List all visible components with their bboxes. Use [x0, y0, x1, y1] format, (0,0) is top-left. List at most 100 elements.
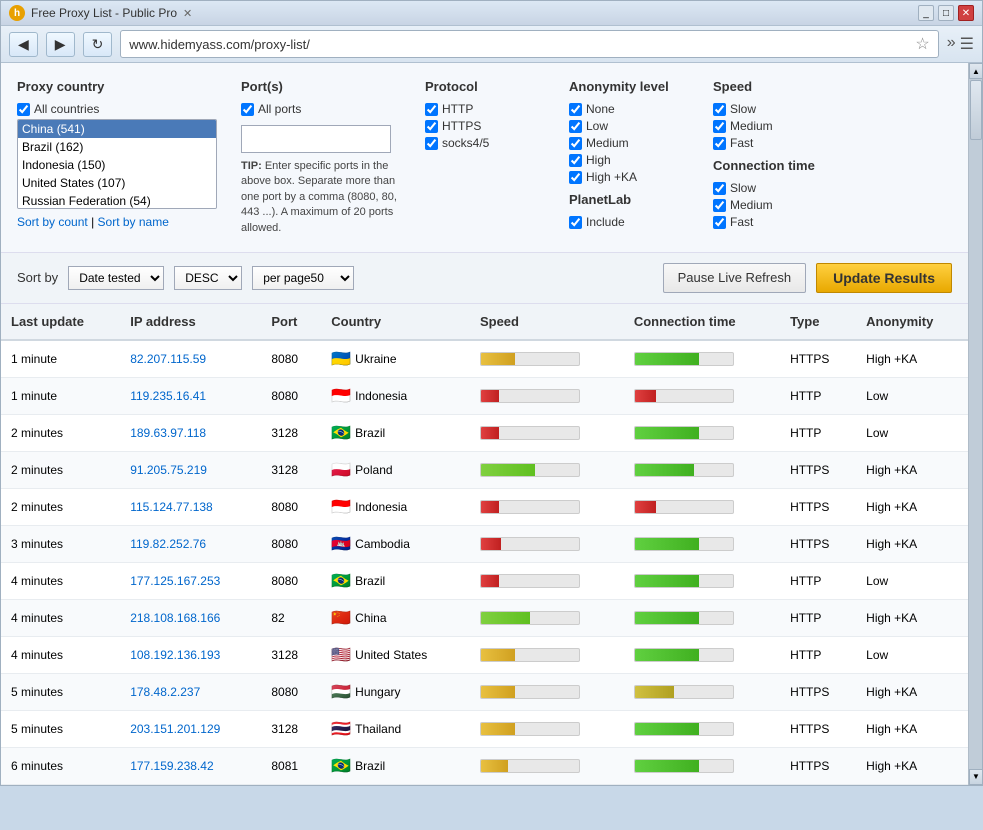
conn-fast-item: Fast [713, 215, 833, 229]
country-option-us[interactable]: United States (107) [18, 174, 216, 192]
update-results-button[interactable]: Update Results [816, 263, 952, 293]
sort-field-select[interactable]: Date tested [68, 266, 164, 290]
conn-fast-checkbox[interactable] [713, 216, 726, 229]
conn-medium-checkbox[interactable] [713, 199, 726, 212]
cell-speed [470, 377, 624, 414]
refresh-button[interactable]: ↻ [83, 32, 113, 57]
scroll-thumb[interactable] [970, 80, 982, 140]
sort-links: Sort by count | Sort by name [17, 215, 217, 229]
anon-high-checkbox[interactable] [569, 154, 582, 167]
cell-last-update: 2 minutes [1, 451, 120, 488]
cell-connection-time [624, 747, 780, 784]
conn-bar-container [634, 352, 734, 366]
table-row: 3 minutes119.82.252.768080🇰🇭CambodiaHTTP… [1, 525, 968, 562]
conn-bar [635, 612, 699, 624]
ip-link[interactable]: 119.82.252.76 [130, 537, 206, 551]
extensions-icon[interactable]: » [947, 34, 956, 54]
cell-anonymity: High +KA [856, 673, 968, 710]
cell-last-update: 4 minutes [1, 599, 120, 636]
cell-ip: 178.48.2.237 [120, 673, 261, 710]
proxy-table: Last update IP address Port Country Spee… [1, 304, 968, 785]
conn-bar-container [634, 426, 734, 440]
anon-medium-checkbox[interactable] [569, 137, 582, 150]
protocol-https-checkbox[interactable] [425, 120, 438, 133]
minimize-button[interactable]: _ [918, 5, 934, 21]
address-bar[interactable]: www.hidemyass.com/proxy-list/ ☆ [120, 30, 938, 58]
anon-none-checkbox[interactable] [569, 103, 582, 116]
sort-by-label: Sort by [17, 270, 58, 285]
speed-fast-checkbox[interactable] [713, 137, 726, 150]
all-countries-checkbox[interactable] [17, 103, 30, 116]
flag-icon: 🇺🇦 [331, 349, 351, 369]
cell-speed [470, 451, 624, 488]
flag-icon: 🇰🇭 [331, 534, 351, 554]
table-row: 2 minutes115.124.77.1388080🇮🇩IndonesiaHT… [1, 488, 968, 525]
cell-type: HTTPS [780, 747, 856, 784]
flag-icon: 🇧🇷 [331, 571, 351, 591]
country-name: Brazil [355, 574, 385, 588]
all-ports-checkbox[interactable] [241, 103, 254, 116]
ip-link[interactable]: 177.159.238.42 [130, 759, 213, 773]
protocol-https-item: HTTPS [425, 119, 545, 133]
anon-medium-label: Medium [586, 136, 629, 150]
ip-link[interactable]: 203.151.201.129 [130, 722, 220, 736]
conn-slow-item: Slow [713, 181, 833, 195]
speed-bar-container [480, 463, 580, 477]
ip-link[interactable]: 115.124.77.138 [130, 500, 213, 514]
maximize-button[interactable]: □ [938, 5, 954, 21]
conn-slow-checkbox[interactable] [713, 182, 726, 195]
per-page-select[interactable]: per page50 per page30 per page100 [252, 266, 354, 290]
country-option-brazil[interactable]: Brazil (162) [18, 138, 216, 156]
tab-close-btn[interactable]: ✕ [183, 7, 192, 20]
back-button[interactable]: ◀ [9, 32, 38, 57]
ports-input[interactable] [241, 125, 391, 153]
speed-bar-container [480, 574, 580, 588]
ip-link[interactable]: 91.205.75.219 [130, 463, 207, 477]
conn-bar [635, 390, 657, 402]
flag-icon: 🇨🇳 [331, 608, 351, 628]
sort-by-name-link[interactable]: Sort by name [98, 215, 169, 229]
cell-ip: 82.207.115.59 [120, 340, 261, 378]
protocol-label: Protocol [425, 79, 545, 94]
cell-anonymity: High +KA [856, 599, 968, 636]
menu-icon[interactable]: ☰ [960, 34, 974, 54]
close-button[interactable]: ✕ [958, 5, 974, 21]
speed-slow-checkbox[interactable] [713, 103, 726, 116]
country-option-indonesia[interactable]: Indonesia (150) [18, 156, 216, 174]
cell-connection-time [624, 451, 780, 488]
bookmark-icon[interactable]: ☆ [915, 34, 929, 54]
browser-icon: h [9, 5, 25, 21]
speed-bar [481, 575, 499, 587]
forward-button[interactable]: ▶ [46, 32, 75, 57]
ip-link[interactable]: 177.125.167.253 [130, 574, 220, 588]
country-name: Brazil [355, 426, 385, 440]
scroll-up-button[interactable]: ▲ [969, 63, 983, 79]
ip-link[interactable]: 189.63.97.118 [130, 426, 206, 440]
country-option-russia[interactable]: Russian Federation (54) [18, 192, 216, 209]
col-ip-address: IP address [120, 304, 261, 340]
speed-medium-checkbox[interactable] [713, 120, 726, 133]
sort-by-count-link[interactable]: Sort by count [17, 215, 88, 229]
cell-country: 🇹🇭Thailand [321, 710, 470, 747]
anon-highka-checkbox[interactable] [569, 171, 582, 184]
ip-link[interactable]: 108.192.136.193 [130, 648, 220, 662]
scrollbar[interactable]: ▲ ▼ [968, 63, 982, 785]
scroll-track[interactable] [969, 79, 982, 769]
country-option-china[interactable]: China (541) [18, 120, 216, 138]
cell-ip: 108.192.136.193 [120, 636, 261, 673]
cell-port: 3128 [261, 414, 321, 451]
protocol-http-checkbox[interactable] [425, 103, 438, 116]
ip-link[interactable]: 119.235.16.41 [130, 389, 206, 403]
sort-order-select[interactable]: DESC ASC [174, 266, 242, 290]
anon-low-checkbox[interactable] [569, 120, 582, 133]
ip-link[interactable]: 218.108.168.166 [130, 611, 220, 625]
planetlab-include-checkbox[interactable] [569, 216, 582, 229]
country-name: Cambodia [355, 537, 410, 551]
country-listbox[interactable]: China (541) Brazil (162) Indonesia (150)… [17, 119, 217, 209]
scroll-down-button[interactable]: ▼ [969, 769, 983, 785]
pause-live-refresh-button[interactable]: Pause Live Refresh [663, 263, 806, 293]
protocol-socks-checkbox[interactable] [425, 137, 438, 150]
cell-type: HTTP [780, 414, 856, 451]
ip-link[interactable]: 178.48.2.237 [130, 685, 200, 699]
ip-link[interactable]: 82.207.115.59 [130, 352, 206, 366]
